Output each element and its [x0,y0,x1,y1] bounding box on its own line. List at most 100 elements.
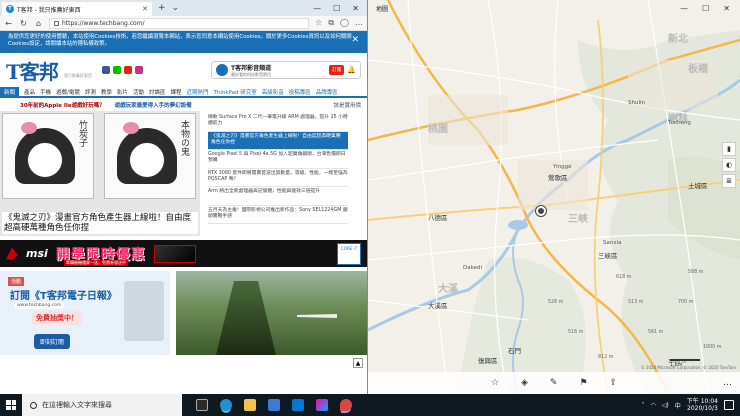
photos-icon[interactable] [316,399,328,411]
nav-item[interactable]: 評測 [85,88,96,96]
ink-icon[interactable]: ✎ [550,378,558,388]
maps-maximize-icon[interactable]: ☐ [702,4,709,13]
refresh-icon[interactable]: ↻ [19,19,28,28]
nav-item[interactable]: 投稿專區 [289,88,311,96]
browser-tab[interactable]: T T客邦 - 我只推薦好東西 ✕ [2,2,152,16]
traffic-icon[interactable]: ⚑ [579,378,587,388]
map-peak: 526 m [548,300,564,305]
map-more-icon[interactable]: … [723,378,732,388]
clock[interactable]: 下午 10:04 2020/10/3 [687,398,718,412]
line-icon[interactable] [112,66,121,74]
scroll-to-top-icon[interactable]: ▲ [353,358,363,368]
more-menu-icon[interactable]: … [355,18,363,28]
clock-date: 2020/10/3 [687,405,718,412]
map-road-sanxia: Sanxia [603,240,622,246]
tab-dropdown-icon[interactable]: ⌄ [172,3,180,13]
news-item[interactable]: 微軟 Surface Pro X 二代一筆電升級 ARM 處理器，提升 15 小… [208,113,348,132]
input-language[interactable]: 中 [675,401,681,410]
maps-minimize-icon[interactable]: — [680,4,688,13]
maps-icon[interactable] [340,399,352,411]
nav-item[interactable]: 影片 [117,88,128,96]
maximize-icon[interactable]: ☐ [333,4,340,13]
taskbar-search[interactable]: 在這裡輸入文字來搜尋 [22,394,182,416]
headline-right[interactable]: 該是實用價 [333,101,367,109]
news-item[interactable]: 五月天為主角！國際影視公司推出新作品：Sony SEL1224GM 鏡頭實戰手感 [208,206,348,224]
collections-icon[interactable]: ⧉ [328,18,334,28]
profile-icon[interactable]: ◯ [340,18,349,28]
subscribe-button[interactable]: 訂閱 [329,65,345,75]
taskbar: 在這裡輸入文字來搜尋 ˄ ◠ ◁) 中 下午 10:04 2020/10/3 [0,394,740,416]
youtube-icon[interactable] [123,66,132,74]
close-window-icon[interactable]: ✕ [352,4,359,13]
nav-item[interactable]: 手機 [40,88,51,96]
nav-item[interactable]: 近期熱門 [187,88,209,96]
home-icon[interactable]: ⌂ [34,19,43,28]
network-icon[interactable]: ◠ [651,402,656,409]
msi-ad-banner[interactable]: msi 開學限時優惠 單購機機種買一送，免費券發送中 CORE i7 [0,240,367,267]
window-controls: — ☐ ✕ [313,4,367,13]
nav-item[interactable]: 品牌專區 [316,88,338,96]
nav-item[interactable]: 產品 [24,88,35,96]
hero-caption[interactable]: 《鬼滅之刃》漫畫官方角色產生器上線啦！自由度超高硬萬種角色任你捏 [2,212,198,234]
nav-item[interactable]: 教學 [101,88,112,96]
current-location-marker[interactable] [536,206,546,216]
edge-icon[interactable] [220,399,232,411]
social-links [101,66,143,74]
newsletter-ad[interactable]: 活動 訂閱《T客邦電子日報》 www.techbang.com 免費抽獎中！ 即… [0,271,170,355]
channel-logo-icon [216,64,228,76]
nav-item[interactable]: 討論區 [149,88,166,96]
site-slogan: 我只推薦好東西 [63,73,92,78]
nav-item[interactable]: 遊戲/電競 [56,88,80,96]
map-rotate-icon[interactable]: ◐ [722,158,736,172]
flight-sim-ad[interactable] [176,271,367,355]
url-field[interactable]: https://www.techbang.com/ [49,17,310,29]
back-icon[interactable]: ← [4,19,13,28]
notification-icon[interactable] [724,400,734,410]
file-explorer-icon[interactable] [244,399,256,411]
tab-title: T客邦 - 我只推薦好東西 [17,6,81,14]
site-logo[interactable]: T客邦 [6,56,59,85]
close-tab-icon[interactable]: ✕ [142,5,148,13]
nav-item[interactable]: 課程 [170,88,181,96]
facebook-icon[interactable] [101,66,110,74]
headline-mid[interactable]: 遊戲玩家最愛得入手的夢幻設備 [115,101,192,109]
cookie-close-icon[interactable]: ✕ [351,36,359,45]
nav-item[interactable]: 高級影音 [262,88,284,96]
headline-left[interactable]: 30年前的Apple IIe遊戲好玩嗎？ [20,101,105,109]
tab-strip: T T客邦 - 我只推薦好東西 ✕ + ⌄ — ☐ ✕ [0,0,367,16]
map-tilt-icon[interactable]: ▮ [722,142,736,156]
mail-icon[interactable] [292,399,304,411]
nav-item[interactable]: ThinkPad 研究室 [214,88,257,96]
instagram-icon[interactable] [134,66,143,74]
nav-item[interactable]: 活動 [133,88,144,96]
maps-close-icon[interactable]: ✕ [723,4,730,13]
minimize-icon[interactable]: — [313,4,321,13]
channel-name: T客邦影音頻道 [231,64,272,72]
nav-item[interactable]: 新聞 [0,87,20,96]
task-view-icon[interactable] [196,399,208,411]
favorite-star-icon[interactable]: ☆ [315,18,322,28]
map-layers-icon[interactable]: ≣ [722,174,736,188]
subscribe-now-button[interactable]: 即刻訂閱 [34,334,71,349]
news-item[interactable]: Google Pixel 5 與 Pixel 4a 5G 加入超廣角鏡頭，台灣售… [208,150,348,169]
hero-article[interactable]: 竹炭子 本物の鬼 《鬼滅之刃》漫畫官方角色產生器上線啦！自由度超高硬萬種角色任你… [0,111,200,236]
bell-icon[interactable]: 🔔 [347,66,356,74]
tray-chevron-icon[interactable]: ˄ [642,402,645,409]
product-image [124,281,164,341]
channel-banner[interactable]: T客邦影音頻道 最好看的科技影音節目 訂閱 🔔 [211,61,361,79]
new-tab-icon[interactable]: + [158,3,166,13]
store-icon[interactable] [268,399,280,411]
techbang-favicon-icon: T [6,5,14,13]
maps-app-window[interactable]: 地圖 — ☐ ✕ 新北 樹林 桃園 三峽 板橋 大溪 八德區 鶯歌區 三峽區 大… [368,0,740,394]
news-item[interactable]: Arm 將出全新處理器與記憶體，性能與能效三倍提升 [208,187,348,206]
start-button[interactable] [0,394,22,416]
volume-icon[interactable]: ◁) [662,402,669,409]
directions-icon[interactable]: ◈ [521,378,528,388]
share-icon[interactable]: ⇪ [610,378,618,388]
favorites-icon[interactable]: ☆ [491,378,499,388]
news-item[interactable]: 《鬼滅之刃》漫畫官方角色產生器上線啦！自由度超高硬萬種角色任你捏 [208,131,348,150]
news-item[interactable]: RTX 3080 套件即將開賣首波出貨數量，等級、性能，一樣至強為 POSCAP… [208,169,348,187]
map-canvas[interactable] [368,0,740,394]
newsletter-title: 訂閱《T客邦電子日報》 [10,291,117,302]
map-town-sanxia: 三峽區 [598,252,618,260]
